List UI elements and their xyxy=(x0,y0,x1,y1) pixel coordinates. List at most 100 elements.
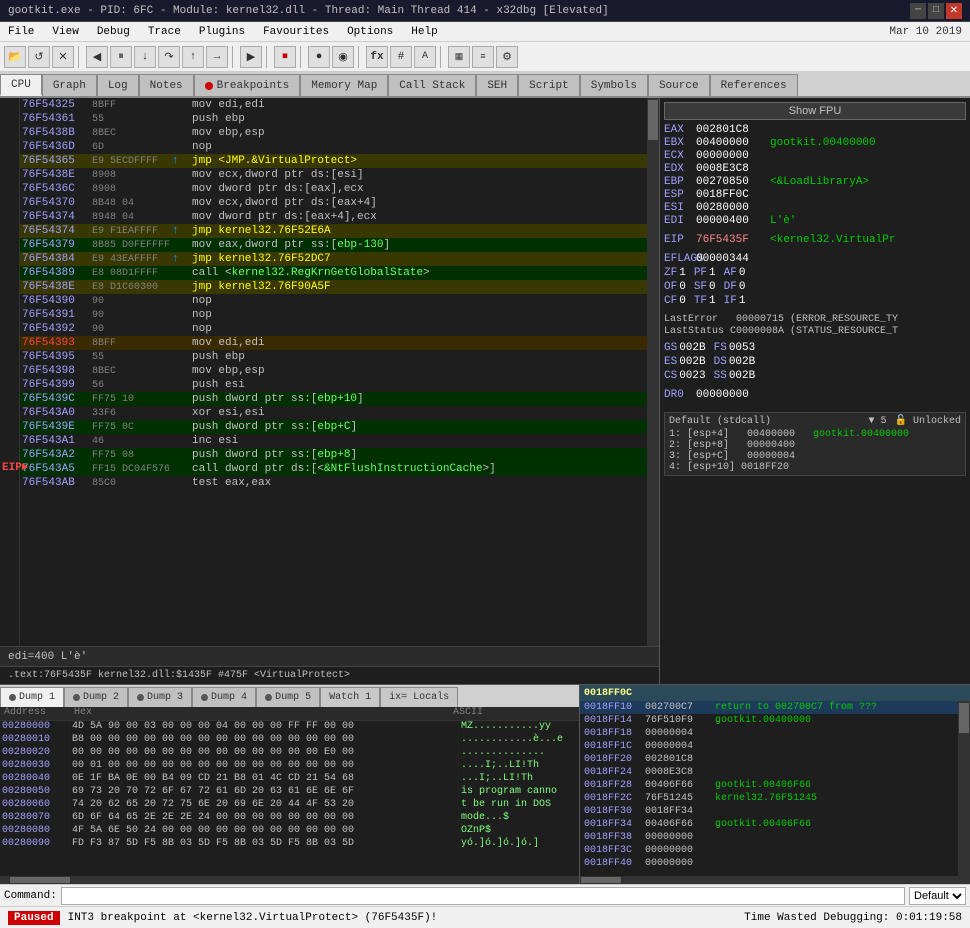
minimize-button[interactable]: ─ xyxy=(910,3,926,19)
toolbar-run[interactable]: ▶ xyxy=(240,46,262,68)
tab-log[interactable]: Log xyxy=(97,74,139,96)
disasm-line[interactable]: 76F5436C 8908 mov dword ptr ds:[eax],ecx xyxy=(20,182,659,196)
disasm-line[interactable]: 76F543AB 85C0 test eax,eax xyxy=(20,476,659,490)
stack-hscroll-thumb[interactable] xyxy=(581,877,621,883)
disasm-line[interactable]: 76F54374 8948 04 mov dword ptr ds:[eax+4… xyxy=(20,210,659,224)
tab-symbols[interactable]: Symbols xyxy=(580,74,648,96)
dump-hscrollbar[interactable] xyxy=(0,876,579,884)
dump-row[interactable]: 00280040 0E 1F BA 0E 00 B4 09 CD 21 B8 0… xyxy=(0,773,579,786)
disasm-line[interactable]: 76F54395 55 push ebp xyxy=(20,350,659,364)
dump-row[interactable]: 00280000 4D 5A 90 00 03 00 00 00 04 00 0… xyxy=(0,721,579,734)
disasm-content[interactable]: EIP► 76F54325 8BFF mov edi,edi 76F54361 … xyxy=(0,98,659,646)
disasm-eip-line[interactable]: 76F54393 8BFF mov edi,edi xyxy=(20,336,659,350)
toolbar-stop[interactable]: ⏹ xyxy=(274,46,296,68)
dump-row[interactable]: 00280030 00 01 00 00 00 00 00 00 00 00 0… xyxy=(0,760,579,773)
dump-row[interactable]: 00280070 6D 6F 64 65 2E 2E 2E 24 00 00 0… xyxy=(0,812,579,825)
disasm-line[interactable]: 76F5439E FF75 0C push dword ptr ss:[ebp+… xyxy=(20,420,659,434)
disasm-line[interactable]: 76F54399 56 push esi xyxy=(20,378,659,392)
stack-row[interactable]: 0018FF1C 00000004 xyxy=(580,740,958,753)
toolbar-hash[interactable]: # xyxy=(390,46,412,68)
stack-row[interactable]: 0018FF18 00000004 xyxy=(580,727,958,740)
tab-callstack[interactable]: Call Stack xyxy=(388,74,476,96)
dump-tab-locals[interactable]: ix= Locals xyxy=(380,687,458,707)
disasm-line[interactable]: 76F54384 E9 43EAFFFF ↑ jmp kernel32.76F5… xyxy=(20,252,659,266)
menu-options[interactable]: Options xyxy=(343,26,397,38)
close-button[interactable]: ✕ xyxy=(946,3,962,19)
disasm-line[interactable]: 76F5438E 8908 mov ecx,dword ptr ds:[esi] xyxy=(20,168,659,182)
stack-row[interactable]: 0018FF34 00406F66 gootkit.00406F66 xyxy=(580,818,958,831)
disasm-line[interactable]: 76F543A0 33F6 xor esi,esi xyxy=(20,406,659,420)
tab-memory[interactable]: Memory Map xyxy=(300,74,388,96)
tab-graph[interactable]: Graph xyxy=(42,74,97,96)
dump-row[interactable]: 00280010 B8 00 00 00 00 00 00 00 00 00 0… xyxy=(0,734,579,747)
toolbar-back[interactable]: ◀ xyxy=(86,46,108,68)
disasm-line[interactable]: 76F54370 8B48 04 mov ecx,dword ptr ds:[e… xyxy=(20,196,659,210)
toolbar-formula[interactable]: fx xyxy=(366,46,388,68)
disasm-line[interactable]: 76F54389 E8 08D1FFFF call <kernel32.RegK… xyxy=(20,266,659,280)
toolbar-step-into[interactable]: ↓ xyxy=(134,46,156,68)
stack-row[interactable]: 0018FF30 0018FF34 xyxy=(580,805,958,818)
disasm-line[interactable]: 76F54365 E9 5ECDFFFF ↑ jmp <JMP.&Virtual… xyxy=(20,154,659,168)
menu-plugins[interactable]: Plugins xyxy=(195,26,249,38)
tab-notes[interactable]: Notes xyxy=(139,74,194,96)
show-fpu-button[interactable]: Show FPU xyxy=(664,102,966,120)
disasm-scroll-thumb[interactable] xyxy=(648,100,658,140)
maximize-button[interactable]: □ xyxy=(928,3,944,19)
menu-trace[interactable]: Trace xyxy=(144,26,185,38)
disasm-line[interactable]: 76F5439C FF75 10 push dword ptr ss:[ebp+… xyxy=(20,392,659,406)
toolbar-run-to[interactable]: → xyxy=(206,46,228,68)
toolbar-open[interactable]: 📂 xyxy=(4,46,26,68)
disasm-line[interactable]: 76F54390 90 nop xyxy=(20,294,659,308)
disasm-line[interactable]: 76F5438E E8 D1C60300 jmp kernel32.76F90A… xyxy=(20,280,659,294)
disasm-scrollbar[interactable] xyxy=(647,98,659,646)
dump-tab-2[interactable]: Dump 2 xyxy=(64,687,128,707)
dump-row[interactable]: 00280060 74 20 62 65 20 72 75 6E 20 69 6… xyxy=(0,799,579,812)
dump-tab-watch1[interactable]: Watch 1 xyxy=(320,687,380,707)
menu-favourites[interactable]: Favourites xyxy=(259,26,333,38)
toolbar-restart[interactable]: ↺ xyxy=(28,46,50,68)
stack-row[interactable]: 0018FF14 76F510F9 gootkit.00400000 xyxy=(580,714,958,727)
disasm-line[interactable]: 76F54374 E9 F1EAFFFF ↑ jmp kernel32.76F5… xyxy=(20,224,659,238)
dump-row[interactable]: 00280050 69 73 20 70 72 6F 67 72 61 6D 2… xyxy=(0,786,579,799)
disasm-line[interactable]: 76F5438B 8BEC mov ebp,esp xyxy=(20,126,659,140)
tab-cpu[interactable]: CPU xyxy=(0,74,42,96)
toolbar-modules[interactable]: ▦ xyxy=(448,46,470,68)
dump-tab-1[interactable]: Dump 1 xyxy=(0,687,64,707)
toolbar-step-over[interactable]: ↷ xyxy=(158,46,180,68)
toolbar-bp[interactable]: ● xyxy=(308,46,330,68)
disasm-line[interactable]: 76F54361 55 push ebp xyxy=(20,112,659,126)
tab-references[interactable]: References xyxy=(710,74,798,96)
disasm-line[interactable]: 76F5436D 6D nop xyxy=(20,140,659,154)
command-select[interactable]: Default xyxy=(909,887,966,905)
toolbar-step-out[interactable]: ↑ xyxy=(182,46,204,68)
dump-row[interactable]: 00280020 00 00 00 00 00 00 00 00 00 00 0… xyxy=(0,747,579,760)
dump-tab-5[interactable]: Dump 5 xyxy=(256,687,320,707)
disasm-line[interactable]: 76F54391 90 nop xyxy=(20,308,659,322)
stack-row[interactable]: 0018FF28 00406F66 gootkit.00406F66 xyxy=(580,779,958,792)
stack-row[interactable]: 0018FF10 002700C7 return to 002700C7 fro… xyxy=(580,701,958,714)
disasm-line[interactable]: 76F543A1 46 inc esi xyxy=(20,434,659,448)
stack-scrollbar[interactable] xyxy=(958,701,970,876)
menu-help[interactable]: Help xyxy=(407,26,441,38)
toolbar-pause[interactable]: ⏸ xyxy=(110,46,132,68)
dump-scroll-thumb[interactable] xyxy=(10,877,70,883)
dump-tab-3[interactable]: Dump 3 xyxy=(128,687,192,707)
toolbar-memory[interactable]: ≡ xyxy=(472,46,494,68)
stack-row[interactable]: 0018FF24 0008E3C8 xyxy=(580,766,958,779)
menu-file[interactable]: File xyxy=(4,26,38,38)
toolbar-close[interactable]: ✕ xyxy=(52,46,74,68)
dump-tab-4[interactable]: Dump 4 xyxy=(192,687,256,707)
stack-scroll-thumb[interactable] xyxy=(959,703,969,733)
disasm-line[interactable]: 76F54398 8BEC mov ebp,esp xyxy=(20,364,659,378)
command-input[interactable] xyxy=(61,887,905,905)
tab-source[interactable]: Source xyxy=(648,74,710,96)
stack-row[interactable]: 0018FF3C 00000000 xyxy=(580,844,958,857)
dump-row[interactable]: 00280090 FD F3 87 5D F5 8B 03 5D F5 8B 0… xyxy=(0,838,579,851)
menu-debug[interactable]: Debug xyxy=(93,26,134,38)
disasm-line[interactable]: 76F54379 8B85 D0FEFFFF mov eax,dword ptr… xyxy=(20,238,659,252)
disasm-line[interactable]: 76F543A2 FF75 08 push dword ptr ss:[ebp+… xyxy=(20,448,659,462)
disasm-line[interactable]: 76F54392 90 nop xyxy=(20,322,659,336)
stack-hscrollbar[interactable] xyxy=(580,876,970,884)
stack-row[interactable]: 0018FF20 002801C8 xyxy=(580,753,958,766)
toolbar-text[interactable]: A xyxy=(414,46,436,68)
